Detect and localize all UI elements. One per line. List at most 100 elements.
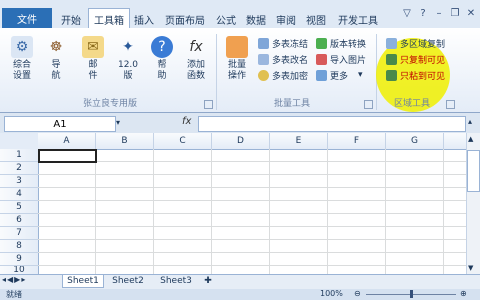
active-cell-a1[interactable] [38,149,97,163]
status-ready: 就绪 [6,290,22,299]
convert-icon [316,37,327,49]
row-header[interactable]: 1 [0,149,39,162]
row-header[interactable]: 7 [0,227,39,240]
column-header[interactable]: C [154,133,212,150]
tab-formulas[interactable]: 公式 [212,10,240,28]
grid-line [38,239,466,240]
restore-icon[interactable]: ❐ [448,6,462,20]
name-box-dropdown-icon[interactable]: ▾ [116,118,120,127]
sheet-tab[interactable]: Sheet3 [154,275,198,287]
batch-operation-button[interactable]: 批量 操作 [222,34,252,92]
group-label-region: 区域工具 [393,99,430,109]
freeze-icon [258,37,269,49]
zoom-slider-thumb[interactable] [410,290,413,298]
scroll-down-icon[interactable]: ▼ [468,264,473,272]
visible-copy-icon [386,53,397,65]
copy-visible-only-button[interactable]: 只复制可见 [386,52,445,66]
multi-sheet-encrypt-button[interactable]: 多表加密 [258,68,308,82]
zoom-in-icon[interactable]: ⊕ [460,289,467,298]
expand-formula-icon[interactable]: ▴ [468,117,472,126]
image-icon [316,53,327,65]
batch-grid-icon [226,36,248,58]
help-icon[interactable]: ? [416,6,430,20]
more-icon [316,69,327,81]
tab-page-layout[interactable]: 页面布局 [160,10,210,28]
tab-insert[interactable]: 插入 [130,10,158,28]
column-header[interactable]: A [38,133,96,150]
group-separator [216,34,217,110]
help-question-icon: ? [151,36,173,58]
zoom-level[interactable]: 100% [320,289,343,298]
tab-file[interactable]: 文件 [2,8,52,28]
more-button[interactable]: 更多 ▾ [316,68,363,82]
grid-line [385,149,386,274]
grid-line [38,226,466,227]
column-header[interactable]: F [328,133,386,150]
select-all-corner[interactable] [0,133,39,150]
help-button[interactable]: ? 帮 助 [148,34,176,92]
insert-function-icon[interactable]: fx [182,116,196,130]
minimize-ribbon-icon[interactable]: ▽ [400,6,414,20]
close-icon[interactable]: ✕ [464,6,478,20]
import-image-button[interactable]: 导入图片 [316,52,366,66]
tab-view[interactable]: 视图 [302,10,330,28]
tab-home[interactable]: 开始 [56,10,86,28]
grid-line [38,213,466,214]
multi-region-copy-button[interactable]: 多区域复制 [386,36,445,50]
grid-line [443,149,444,274]
key-icon [258,69,269,81]
multi-sheet-freeze-button[interactable]: 多表冻结 [258,36,308,50]
formula-input[interactable] [198,116,466,132]
sheet-nav-icons[interactable]: ◂◀▶▸ [2,275,26,284]
column-header[interactable]: E [270,133,328,150]
grid-line [38,252,466,253]
multi-sheet-rename-button[interactable]: 多表改名 [258,52,308,66]
grid-line [38,265,466,266]
group-launcher-icon[interactable] [204,100,213,109]
tab-review[interactable]: 审阅 [272,10,300,28]
function-fx-icon: fx [189,39,203,55]
magic-wand-icon: ✦ [122,39,134,55]
zoom-out-icon[interactable]: ⊖ [354,289,361,298]
name-box[interactable]: A1 [4,116,116,132]
scroll-up-icon[interactable]: ▲ [468,135,473,143]
row-header[interactable]: 4 [0,188,39,201]
minimize-icon[interactable]: – [432,6,446,20]
column-header[interactable]: D [212,133,270,150]
tab-developer[interactable]: 开发工具 [334,10,382,28]
row-header[interactable]: 5 [0,201,39,214]
navigation-button[interactable]: ☸ 导 航 [42,34,70,92]
row-header[interactable]: 9 [0,253,39,266]
group-launcher-icon[interactable] [446,100,455,109]
group-label-batch: 批量工具 [273,99,310,109]
version-button[interactable]: ✦ 12.0 版 [112,34,144,92]
dropdown-arrow-icon: ▾ [358,70,363,80]
visible-paste-icon [386,69,397,81]
row-header[interactable]: 8 [0,240,39,253]
row-header[interactable]: 3 [0,175,39,188]
column-header-partial[interactable] [444,133,467,150]
grid-line [38,187,466,188]
grid-line [38,200,466,201]
sheet-tab[interactable]: Sheet2 [106,275,150,287]
sheet-tab[interactable]: Sheet1 [62,275,104,288]
grid-line [38,174,466,175]
new-sheet-icon[interactable]: ✚ [200,275,216,287]
paste-visible-only-button[interactable]: 只粘到可见 [386,68,445,82]
tab-data[interactable]: 数据 [242,10,270,28]
row-header[interactable]: 6 [0,214,39,227]
column-header[interactable]: G [386,133,444,150]
grid-line [211,149,212,274]
group-label-zhang: 张立良专用版 [82,99,137,109]
group-launcher-icon[interactable] [364,100,373,109]
row-header[interactable]: 2 [0,162,39,175]
mail-button[interactable]: ✉ 邮 件 [76,34,110,92]
column-header[interactable]: B [96,133,154,150]
settings-gears-icon: ⚙ [11,36,33,58]
scroll-thumb[interactable] [467,150,480,192]
tab-toolbox[interactable]: 工具箱 [88,8,130,30]
version-convert-button[interactable]: 版本转换 [316,36,366,50]
general-settings-button[interactable]: ⚙ 综合 设置 [6,34,38,92]
mail-envelope-icon: ✉ [82,36,104,58]
add-function-button[interactable]: fx 添加 函数 [180,34,212,92]
